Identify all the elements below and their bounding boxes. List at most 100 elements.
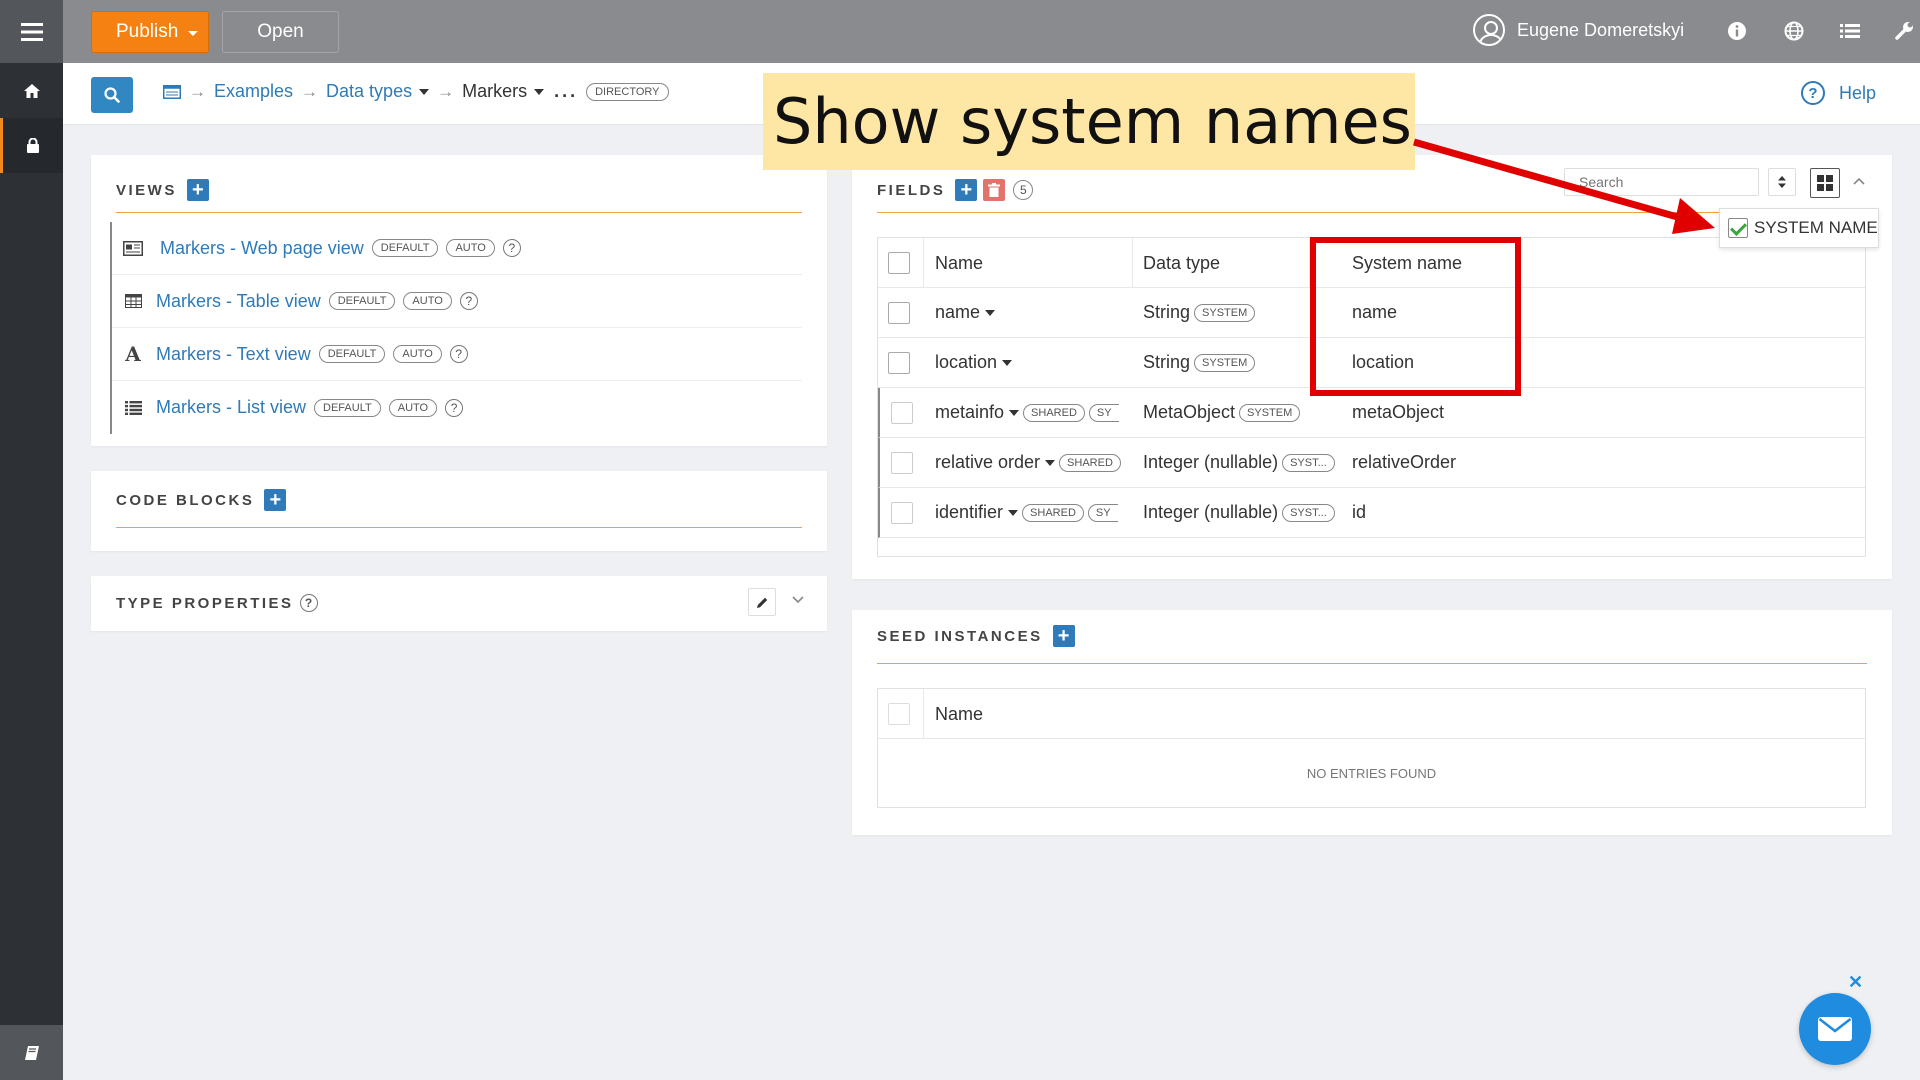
add-view-button[interactable]: + <box>186 179 209 201</box>
docs-button[interactable] <box>0 1025 63 1080</box>
field-name[interactable]: name <box>935 302 996 323</box>
add-seed-instance-button[interactable]: + <box>1052 625 1075 647</box>
system-badge: SYSTEM <box>1194 353 1256 372</box>
field-system-name: relativeOrder <box>1352 452 1457 472</box>
auto-badge: AUTO <box>388 398 438 417</box>
auto-badge: AUTO <box>393 345 442 363</box>
user-menu[interactable]: Eugene Domeretskyi <box>1473 14 1684 46</box>
list-icon[interactable] <box>1838 19 1862 43</box>
breadcrumb-markers[interactable]: Markers <box>462 81 545 102</box>
hamburger-icon <box>20 22 43 41</box>
chevron-up-icon[interactable] <box>1852 173 1866 191</box>
info-icon[interactable] <box>1725 19 1749 43</box>
row-checkbox[interactable] <box>891 502 913 524</box>
seed-instances-table: Name NO ENTRIES FOUND <box>877 688 1866 808</box>
sort-button[interactable] <box>1768 168 1796 196</box>
globe-icon[interactable] <box>1782 19 1806 43</box>
system-badge: SYSTEM <box>1194 303 1256 322</box>
open-button[interactable]: Open <box>222 11 339 53</box>
add-code-block-button[interactable]: + <box>264 489 287 511</box>
field-name[interactable]: location <box>935 352 1013 373</box>
wrench-icon[interactable] <box>1892 19 1916 43</box>
lock-button[interactable] <box>0 118 63 173</box>
help-icon: ? <box>1801 81 1825 105</box>
divider <box>116 527 802 528</box>
web-page-icon <box>122 238 144 258</box>
field-name[interactable]: identifier SHARED SY <box>935 502 1130 523</box>
view-label[interactable]: Markers - List view <box>156 397 306 418</box>
help-icon[interactable]: ? <box>445 398 464 417</box>
chevron-down-icon <box>419 89 430 96</box>
column-settings-button[interactable] <box>1810 168 1840 198</box>
help-icon[interactable]: ? <box>299 594 318 612</box>
type-properties-card: TYPE PROPERTIES ? <box>91 576 827 631</box>
chevron-down-icon[interactable] <box>188 31 198 36</box>
table-header: Name <box>878 689 1865 739</box>
directory-icon[interactable] <box>163 84 181 99</box>
home-button[interactable] <box>0 63 63 118</box>
divider <box>877 663 1867 664</box>
close-icon[interactable]: ✕ <box>1848 972 1863 993</box>
text-icon: A <box>125 342 141 366</box>
arrow-right-icon: → <box>301 81 319 101</box>
breadcrumb-ellipsis[interactable]: ... <box>554 81 578 102</box>
help-icon[interactable]: ? <box>502 239 521 257</box>
search-button[interactable] <box>91 77 133 113</box>
lock-icon <box>27 138 39 153</box>
view-label[interactable]: Markers - Web page view <box>160 238 364 259</box>
type-properties-title: TYPE PROPERTIES ? <box>116 594 318 612</box>
directory-badge: DIRECTORY <box>586 82 669 101</box>
checkbox-checked-icon[interactable] <box>1728 218 1748 238</box>
field-type: Integer (nullable) SYST... <box>1143 502 1335 523</box>
table-row[interactable]: identifier SHARED SY Integer (nullable) SYS… <box>878 488 1865 538</box>
help-label: Help <box>1839 82 1877 103</box>
top-bar: Publish Open Eugene Domeretskyi <box>63 0 1920 63</box>
chevron-down-icon[interactable] <box>791 592 805 610</box>
list-item[interactable]: Markers - Table view DEFAULT AUTO ? <box>112 275 802 328</box>
add-field-button[interactable]: + <box>955 179 978 201</box>
row-checkbox[interactable] <box>888 302 910 324</box>
chat-button[interactable] <box>1799 993 1871 1065</box>
help-link[interactable]: ? Help <box>1801 81 1876 105</box>
header-data-type[interactable]: Data type <box>1143 253 1220 274</box>
header-name[interactable]: Name <box>935 704 983 725</box>
list-item[interactable]: Markers - Web page view DEFAULT AUTO ? <box>112 222 802 275</box>
annotation-callout: Show system names <box>763 73 1415 170</box>
field-name[interactable]: metainfo SHARED SY <box>935 402 1130 423</box>
table-row[interactable]: relative order SHARED Integer (nullable) S… <box>878 438 1865 488</box>
delete-button[interactable] <box>983 179 1006 201</box>
edit-button[interactable] <box>748 588 776 616</box>
help-icon[interactable]: ? <box>459 292 478 310</box>
seed-instances-title: SEED INSTANCES + <box>877 625 1075 647</box>
empty-state-text: NO ENTRIES FOUND <box>1306 765 1437 781</box>
field-system-name: id <box>1352 502 1367 522</box>
view-label[interactable]: Markers - Table view <box>156 291 321 312</box>
code-blocks-card: CODE BLOCKS + <box>91 471 827 551</box>
list-item[interactable]: A Markers - Text view DEFAULT AUTO ? <box>112 328 802 381</box>
arrow-right-icon: → <box>437 81 455 101</box>
breadcrumb-data-types[interactable]: Data types <box>326 81 430 102</box>
help-icon[interactable]: ? <box>449 345 468 363</box>
hamburger-menu-button[interactable] <box>0 0 63 63</box>
default-badge: DEFAULT <box>314 398 381 417</box>
row-checkbox[interactable] <box>891 402 913 424</box>
row-checkbox[interactable] <box>891 452 913 474</box>
chevron-down-icon <box>1045 459 1056 466</box>
list-item[interactable]: Markers - List view DEFAULT AUTO ? <box>112 381 802 434</box>
view-label[interactable]: Markers - Text view <box>156 344 311 365</box>
select-all-checkbox[interactable] <box>888 703 910 725</box>
select-all-checkbox[interactable] <box>888 252 910 274</box>
shared-badge: SHARED <box>1023 403 1085 422</box>
field-name[interactable]: relative order SHARED <box>935 452 1130 473</box>
system-name-column-toggle[interactable]: SYSTEM NAME <box>1719 208 1879 248</box>
system-name-toggle-label: SYSTEM NAME <box>1754 218 1878 237</box>
header-name[interactable]: Name <box>935 253 983 274</box>
envelope-icon <box>1818 1017 1852 1041</box>
publish-button[interactable]: Publish <box>91 11 209 53</box>
row-checkbox[interactable] <box>888 352 910 374</box>
shared-badge: SHARED <box>1059 453 1121 472</box>
pencil-icon <box>756 597 767 608</box>
divider <box>116 212 802 213</box>
auto-badge: AUTO <box>446 239 495 257</box>
breadcrumb-examples[interactable]: Examples <box>214 81 293 102</box>
